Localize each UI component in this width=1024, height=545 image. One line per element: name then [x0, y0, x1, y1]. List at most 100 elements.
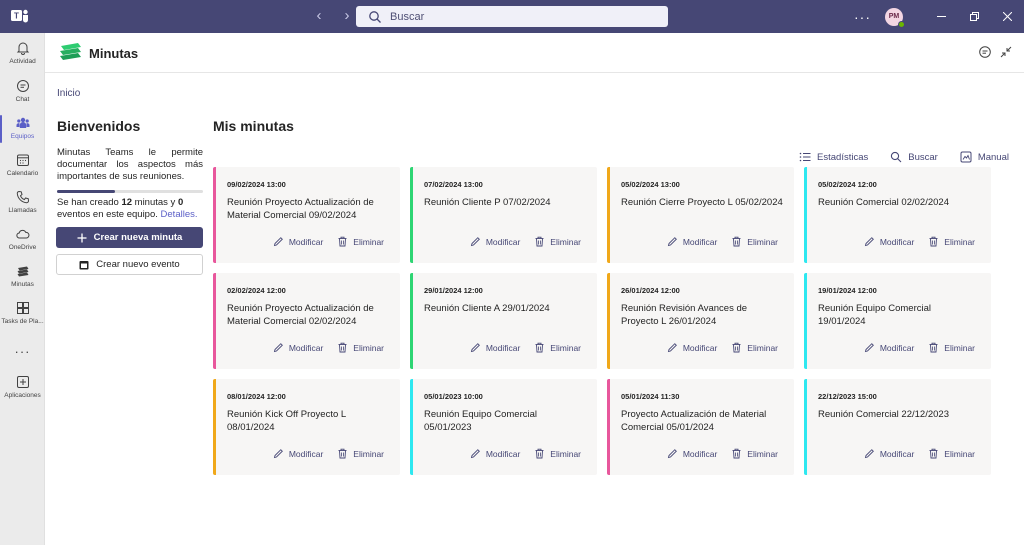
- delete-minute-button[interactable]: Eliminar: [534, 448, 581, 459]
- back-arrow-icon[interactable]: ‹: [312, 7, 326, 25]
- global-search[interactable]: [356, 6, 668, 27]
- edit-minute-button[interactable]: Modificar: [667, 448, 717, 459]
- minute-card[interactable]: 02/02/2024 12:00 Reunión Proyecto Actual…: [213, 273, 400, 369]
- edit-minute-button[interactable]: Modificar: [273, 342, 323, 353]
- search-minutes-button[interactable]: Buscar: [890, 151, 938, 163]
- trash-icon: [732, 448, 741, 459]
- minute-card[interactable]: 05/02/2024 12:00 Reunión Comercial 02/02…: [804, 167, 991, 263]
- edit-minute-button[interactable]: Modificar: [864, 448, 914, 459]
- close-icon: [1003, 12, 1012, 21]
- minute-card[interactable]: 22/12/2023 15:00 Reunión Comercial 22/12…: [804, 379, 991, 475]
- forward-arrow-icon[interactable]: ›: [340, 7, 354, 25]
- details-link[interactable]: Detalles.: [161, 209, 198, 220]
- minute-date: 09/02/2024 13:00: [227, 180, 286, 189]
- rail-item-apps[interactable]: Aplicaciones: [0, 370, 45, 406]
- minutas-app: Minutas Inicio Bienvenidos Minutas Teams…: [45, 33, 1024, 545]
- search-icon: [369, 10, 381, 23]
- trash-icon: [732, 236, 741, 247]
- rail-label: Calendario: [6, 170, 39, 177]
- close-window-button[interactable]: [991, 0, 1024, 33]
- delete-minute-button[interactable]: Eliminar: [337, 448, 384, 459]
- rail-item-calendar[interactable]: Calendario: [0, 148, 45, 184]
- rail-item-minutas[interactable]: Minutas: [0, 259, 45, 295]
- delete-label: Eliminar: [944, 236, 975, 247]
- breadcrumb-home[interactable]: Inicio: [57, 88, 80, 99]
- create-minute-button[interactable]: Crear nueva minuta: [56, 227, 203, 248]
- minute-card[interactable]: 29/01/2024 12:00 Reunión Cliente A 29/01…: [410, 273, 597, 369]
- minutes-grid: 09/02/2024 13:00 Reunión Proyecto Actual…: [213, 167, 991, 475]
- pencil-icon: [864, 343, 874, 353]
- edit-minute-button[interactable]: Modificar: [273, 448, 323, 459]
- minute-card[interactable]: 08/01/2024 12:00 Reunión Kick Off Proyec…: [213, 379, 400, 475]
- calendar-icon: [16, 154, 29, 166]
- edit-minute-button[interactable]: Modificar: [667, 342, 717, 353]
- statistics-button[interactable]: Estadísticas: [799, 151, 868, 163]
- minute-actions: Modificar Eliminar: [273, 236, 384, 247]
- stats-prefix: Se han creado: [57, 197, 122, 208]
- delete-minute-button[interactable]: Eliminar: [731, 448, 778, 459]
- rail-label: Tasks de Pla...: [1, 318, 44, 325]
- manual-label: Manual: [977, 151, 1009, 163]
- search-minutes-label: Buscar: [908, 151, 938, 163]
- plus-icon: [77, 233, 87, 242]
- delete-minute-button[interactable]: Eliminar: [928, 448, 975, 459]
- minute-card[interactable]: 19/01/2024 12:00 Reunión Equipo Comercia…: [804, 273, 991, 369]
- edit-minute-button[interactable]: Modificar: [864, 236, 914, 247]
- svg-text:T: T: [14, 12, 19, 21]
- chat-bubble-icon[interactable]: [978, 45, 992, 59]
- delete-minute-button[interactable]: Eliminar: [534, 342, 581, 353]
- minute-date: 05/02/2024 13:00: [621, 180, 680, 189]
- usage-progress-bar: [57, 190, 203, 193]
- delete-minute-button[interactable]: Eliminar: [337, 236, 384, 247]
- edit-label: Modificar: [879, 342, 915, 353]
- user-avatar[interactable]: PM: [885, 7, 905, 28]
- rail-item-tasks[interactable]: Tasks de Pla...: [0, 296, 45, 332]
- minute-card[interactable]: 05/01/2023 10:00 Reunión Equipo Comercia…: [410, 379, 597, 475]
- minimize-button[interactable]: [925, 0, 958, 33]
- delete-label: Eliminar: [550, 236, 581, 247]
- edit-minute-button[interactable]: Modificar: [470, 448, 520, 459]
- delete-minute-button[interactable]: Eliminar: [731, 236, 778, 247]
- list-icon: [799, 152, 811, 162]
- minutes-toolbar: Estadísticas Buscar Manual: [799, 151, 1009, 163]
- minute-card[interactable]: 26/01/2024 12:00 Reunión Revisión Avance…: [607, 273, 794, 369]
- manual-button[interactable]: Manual: [960, 151, 1009, 163]
- edit-minute-button[interactable]: Modificar: [667, 236, 717, 247]
- delete-minute-button[interactable]: Eliminar: [337, 342, 384, 353]
- pencil-icon: [864, 237, 874, 247]
- delete-minute-button[interactable]: Eliminar: [928, 236, 975, 247]
- restore-button[interactable]: [958, 0, 991, 33]
- minute-card[interactable]: 07/02/2024 13:00 Reunión Cliente P 07/02…: [410, 167, 597, 263]
- edit-minute-button[interactable]: Modificar: [470, 236, 520, 247]
- collapse-icon[interactable]: [999, 45, 1013, 59]
- minute-title: Reunión Equipo Comercial 05/01/2023: [424, 409, 538, 433]
- rail-item-teams[interactable]: Equipos: [0, 111, 45, 147]
- create-event-button[interactable]: Crear nuevo evento: [56, 254, 203, 275]
- rail-label: Minutas: [11, 281, 34, 288]
- minimize-icon: [937, 16, 946, 17]
- rail-item-onedrive[interactable]: OneDrive: [0, 222, 45, 258]
- rail-more-apps-icon[interactable]: ···: [0, 344, 45, 359]
- delete-minute-button[interactable]: Eliminar: [534, 236, 581, 247]
- delete-label: Eliminar: [944, 342, 975, 353]
- pencil-icon: [667, 343, 677, 353]
- search-input[interactable]: [390, 10, 650, 23]
- more-options-icon[interactable]: ···: [854, 9, 871, 25]
- rail-item-calls[interactable]: Llamadas: [0, 185, 45, 221]
- edit-minute-button[interactable]: Modificar: [273, 236, 323, 247]
- edit-minute-button[interactable]: Modificar: [864, 342, 914, 353]
- minute-actions: Modificar Eliminar: [273, 342, 384, 353]
- minute-date: 26/01/2024 12:00: [621, 286, 680, 295]
- teams-logo-icon[interactable]: T: [11, 8, 29, 24]
- trash-icon: [338, 342, 347, 353]
- delete-minute-button[interactable]: Eliminar: [928, 342, 975, 353]
- minute-card[interactable]: 05/01/2024 11:30 Proyecto Actualización …: [607, 379, 794, 475]
- rail-item-activity[interactable]: Actividad: [0, 36, 45, 72]
- minute-card[interactable]: 05/02/2024 13:00 Reunión Cierre Proyecto…: [607, 167, 794, 263]
- minutas-logo-icon: [60, 43, 81, 60]
- rail-item-chat[interactable]: Chat: [0, 74, 45, 110]
- minute-card[interactable]: 09/02/2024 13:00 Reunión Proyecto Actual…: [213, 167, 400, 263]
- delete-minute-button[interactable]: Eliminar: [731, 342, 778, 353]
- minute-actions: Modificar Eliminar: [667, 448, 778, 459]
- edit-minute-button[interactable]: Modificar: [470, 342, 520, 353]
